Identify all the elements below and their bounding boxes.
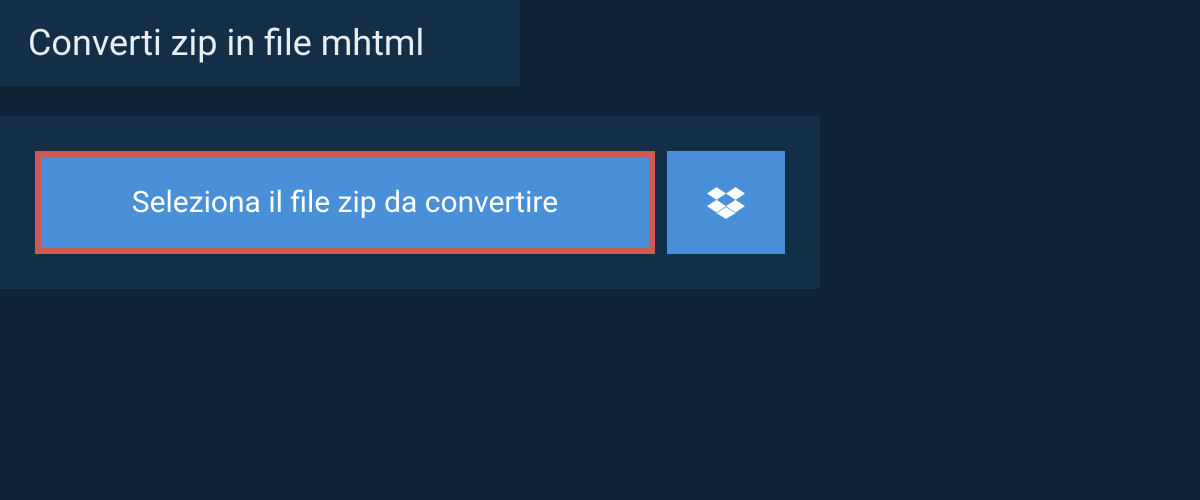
button-row: Seleziona il file zip da convertire — [35, 151, 785, 254]
dropbox-icon — [707, 184, 745, 222]
select-file-label: Seleziona il file zip da convertire — [132, 185, 558, 220]
page-header: Converti zip in file mhtml — [0, 0, 520, 86]
select-file-button[interactable]: Seleziona il file zip da convertire — [35, 151, 655, 254]
dropbox-button[interactable] — [667, 151, 785, 254]
upload-panel: Seleziona il file zip da convertire — [0, 116, 820, 289]
page-title: Converti zip in file mhtml — [28, 22, 492, 64]
